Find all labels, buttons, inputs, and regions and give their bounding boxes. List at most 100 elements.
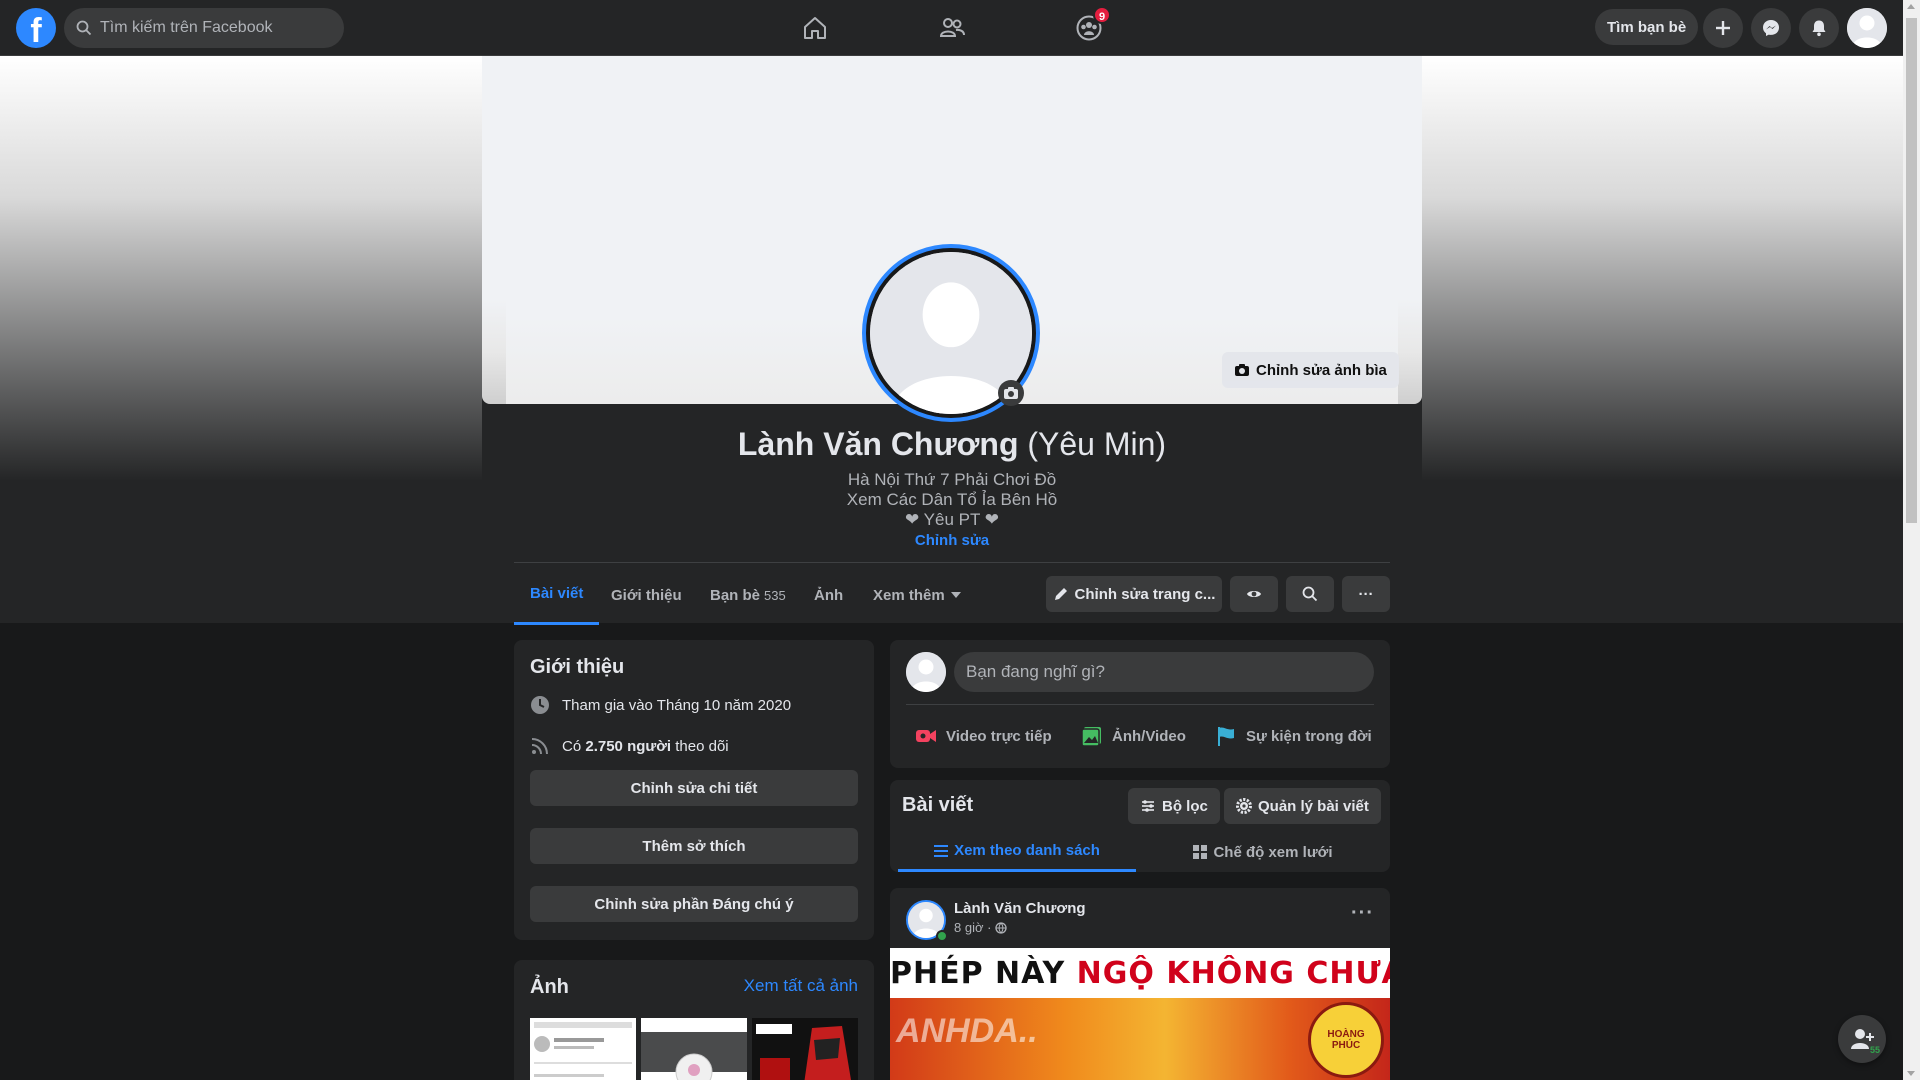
post-author-name[interactable]: Lành Văn Chương bbox=[954, 900, 1086, 917]
tabs-divider bbox=[514, 562, 1390, 563]
photo-icon bbox=[1081, 727, 1101, 747]
composer-divider bbox=[906, 704, 1374, 705]
edit-cover-photo-button[interactable]: Chỉnh sửa ảnh bìa bbox=[1222, 352, 1399, 388]
top-navigation-bar: f 9 Tìm bạn bè bbox=[0, 0, 1903, 56]
post-card: Lành Văn Chương 8 giờ · ··· PHÉP NÀY NGỘ… bbox=[890, 888, 1390, 1080]
messenger-button[interactable] bbox=[1751, 8, 1791, 48]
followers-count[interactable]: 2.750 người bbox=[585, 738, 671, 755]
photos-card: Ảnh Xem tất cả ảnh bbox=[514, 960, 874, 1080]
post-image[interactable]: PHÉP NÀY NGỘ KHÔNG CHƯA HỌC ANHDA.. HOÀN… bbox=[890, 948, 1390, 1080]
post-options-button[interactable]: ··· bbox=[1351, 902, 1374, 925]
posts-title: Bài viết bbox=[902, 794, 974, 816]
create-button[interactable] bbox=[1703, 8, 1743, 48]
home-icon bbox=[804, 17, 826, 39]
bell-icon bbox=[1812, 20, 1826, 37]
joined-info: Tham gia vào Tháng 10 năm 2020 bbox=[530, 695, 791, 715]
pencil-icon bbox=[1054, 588, 1067, 600]
scroll-thumb[interactable] bbox=[1906, 18, 1917, 523]
find-friends-button[interactable]: Tìm bạn bè bbox=[1595, 9, 1699, 45]
globe-icon bbox=[995, 921, 1008, 934]
home-nav-button[interactable] bbox=[795, 10, 835, 46]
photo-video-button[interactable]: Ảnh/Video bbox=[1080, 716, 1186, 756]
scroll-up-arrow[interactable] bbox=[1907, 4, 1915, 9]
post-time-text: 8 giờ · bbox=[954, 920, 992, 935]
screenshot-thumbnail-image bbox=[641, 1018, 747, 1080]
view-as-button[interactable] bbox=[1230, 576, 1278, 612]
bio-line: Xem Các Dân Tổ Ỉa Bên Hồ bbox=[846, 490, 1058, 509]
groups-notification-badge: 9 bbox=[1093, 6, 1111, 24]
account-avatar[interactable] bbox=[1847, 8, 1887, 48]
profile-name-main: Lành Văn Chương bbox=[737, 426, 1019, 462]
search-profile-button[interactable] bbox=[1286, 576, 1334, 612]
live-video-icon bbox=[916, 730, 936, 742]
photo-thumbnail[interactable] bbox=[752, 1018, 858, 1080]
post-composer-card: Bạn đang nghĩ gì? Video trực tiếp Ảnh/Vi… bbox=[890, 640, 1390, 768]
followers-prefix: Có bbox=[562, 737, 582, 755]
profile-bio: Hà Nội Thứ 7 Phải Chơi Đồ Xem Các Dân Tổ… bbox=[482, 470, 1422, 530]
see-all-photos-link[interactable]: Xem tất cả ảnh bbox=[744, 976, 858, 996]
groups-nav-button[interactable]: 9 bbox=[1069, 6, 1111, 46]
add-hobbies-button[interactable]: Thêm sở thích bbox=[530, 828, 858, 864]
screenshot-thumbnail-image bbox=[530, 1018, 636, 1080]
photo-thumbnail[interactable] bbox=[530, 1018, 636, 1080]
tab-about[interactable]: Giới thiệu bbox=[595, 565, 698, 625]
life-event-button[interactable]: Sự kiện trong đời bbox=[1214, 716, 1372, 756]
rss-icon bbox=[531, 738, 548, 755]
ranger-thumbnail-image bbox=[752, 1018, 858, 1080]
edit-bio-link[interactable]: Chỉnh sửa bbox=[482, 532, 1422, 549]
default-avatar-icon bbox=[906, 652, 946, 692]
grid-view-tab[interactable]: Chế độ xem lưới bbox=[1144, 832, 1382, 872]
more-options-button[interactable]: ··· bbox=[1342, 576, 1390, 612]
followers-text: Có 2.750 người theo dõi bbox=[562, 738, 729, 755]
camera-icon bbox=[1235, 364, 1249, 376]
grid-view-label: Chế độ xem lưới bbox=[1213, 843, 1333, 861]
list-icon bbox=[934, 844, 949, 857]
followers-info: Có 2.750 người theo dõi bbox=[530, 736, 729, 756]
tab-label: Xem thêm bbox=[873, 586, 945, 604]
manage-posts-label: Quản lý bài viết bbox=[1258, 797, 1369, 815]
messenger-icon bbox=[1763, 20, 1779, 36]
edit-featured-button[interactable]: Chỉnh sửa phần Đáng chú ý bbox=[530, 886, 858, 922]
manage-posts-button[interactable]: Quản lý bài viết bbox=[1224, 788, 1381, 824]
tab-friends[interactable]: Bạn bè 535 bbox=[694, 565, 802, 625]
tab-posts[interactable]: Bài viết bbox=[514, 565, 600, 625]
tab-label: Giới thiệu bbox=[611, 586, 682, 604]
intro-card: Giới thiệu Tham gia vào Tháng 10 năm 202… bbox=[514, 640, 874, 940]
list-view-tab[interactable]: Xem theo danh sách bbox=[898, 832, 1136, 872]
sliders-icon bbox=[1142, 800, 1154, 812]
photo-thumbnail[interactable] bbox=[641, 1018, 747, 1080]
composer-avatar[interactable] bbox=[906, 652, 946, 692]
friends-icon bbox=[939, 18, 965, 37]
followers-suffix: theo dõi bbox=[675, 737, 729, 755]
notifications-button[interactable] bbox=[1799, 8, 1839, 48]
post-image-artwork: ANHDA.. HOÀNG PHÚC bbox=[890, 998, 1390, 1080]
eye-icon bbox=[1247, 591, 1261, 597]
intro-title: Giới thiệu bbox=[530, 656, 625, 678]
friends-nav-button[interactable] bbox=[932, 10, 972, 46]
flag-icon bbox=[1218, 727, 1234, 746]
tab-photos[interactable]: Ảnh bbox=[798, 565, 859, 625]
whats-on-your-mind-input[interactable]: Bạn đang nghĩ gì? bbox=[954, 652, 1374, 692]
post-timestamp[interactable]: 8 giờ · bbox=[954, 920, 1008, 935]
post-image-badge: HOÀNG PHÚC bbox=[1308, 1002, 1384, 1078]
update-profile-picture-button[interactable] bbox=[998, 380, 1024, 406]
contacts-floating-button[interactable]: 55 bbox=[1838, 1015, 1886, 1063]
filter-button[interactable]: Bộ lọc bbox=[1128, 788, 1220, 824]
tab-more[interactable]: Xem thêm bbox=[857, 565, 977, 625]
live-video-button[interactable]: Video trực tiếp bbox=[914, 716, 1052, 756]
edit-details-button[interactable]: Chỉnh sửa chi tiết bbox=[530, 770, 858, 806]
camera-icon bbox=[1004, 387, 1018, 399]
online-contacts-count: 55 bbox=[1869, 1045, 1880, 1055]
posts-toolbar-card: Bài viết Bộ lọc Quản lý bài viết Xem the… bbox=[890, 780, 1390, 872]
default-avatar-icon bbox=[1847, 8, 1887, 48]
headline-red-text: NGỘ KHÔNG CHƯA HỌC bbox=[1076, 956, 1390, 991]
more-options-label: ··· bbox=[1358, 585, 1374, 603]
life-event-label: Sự kiện trong đời bbox=[1246, 727, 1372, 745]
page-scrollbar[interactable] bbox=[1903, 0, 1920, 1080]
search-input[interactable] bbox=[100, 19, 330, 37]
scroll-down-arrow[interactable] bbox=[1907, 1071, 1915, 1076]
facebook-logo[interactable]: f bbox=[16, 8, 56, 48]
edit-profile-button[interactable]: Chỉnh sửa trang c... bbox=[1046, 576, 1222, 612]
search-box[interactable] bbox=[64, 8, 344, 48]
friends-count: 535 bbox=[764, 587, 786, 603]
